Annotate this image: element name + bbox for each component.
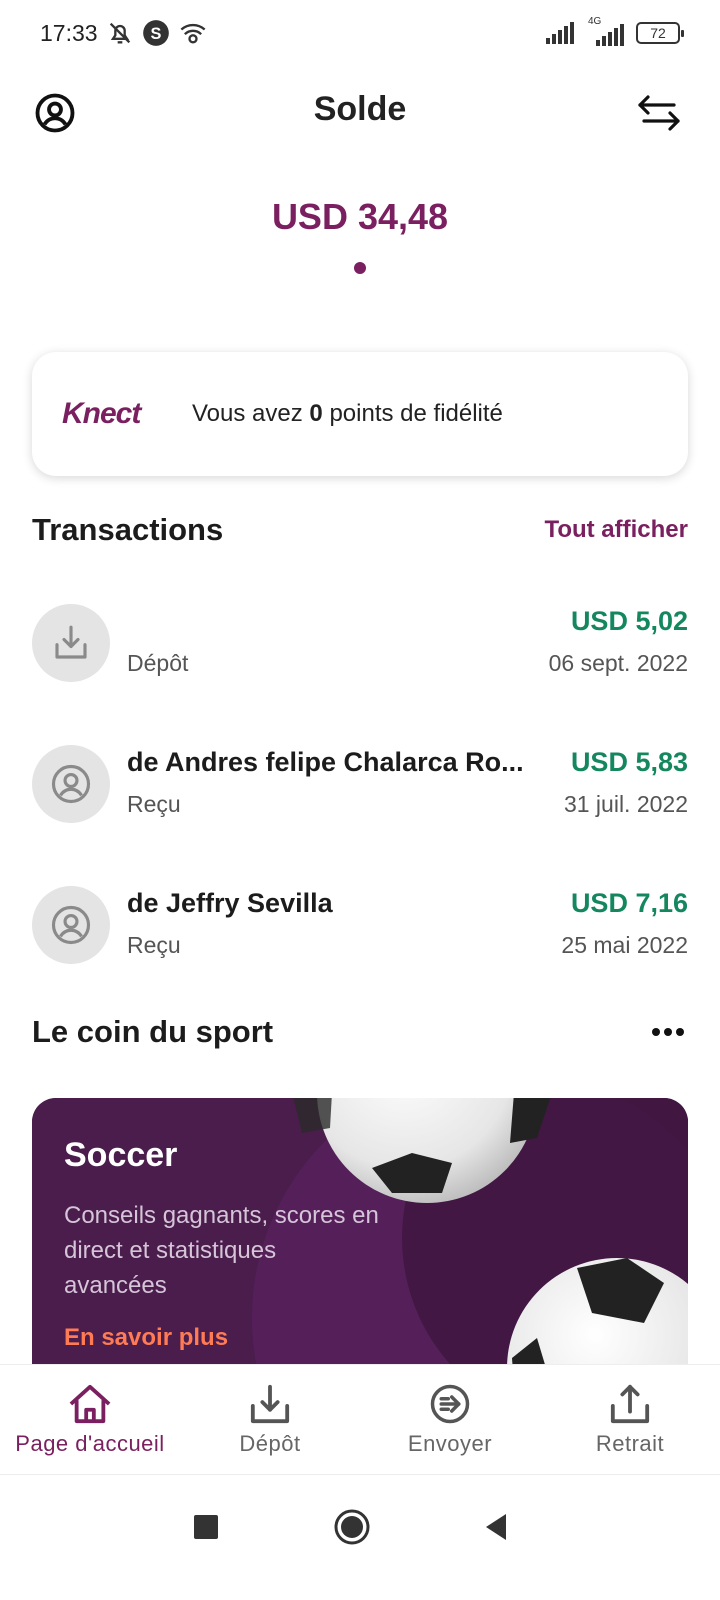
transaction-date: 06 sept. 2022 (548, 650, 688, 676)
transaction-row[interactable]: de Andres felipe Chalarca Ro... Reçu USD… (32, 745, 688, 825)
recent-apps-button[interactable] (186, 1507, 226, 1547)
bell-off-icon (109, 22, 131, 44)
transactions-title: Transactions (32, 512, 224, 547)
back-triangle-icon (486, 1514, 506, 1540)
transaction-amount: USD 5,02 (570, 606, 688, 636)
withdraw-icon (610, 1384, 650, 1424)
transaction-date: 31 juil. 2022 (563, 791, 688, 817)
transaction-amount: USD 7,16 (570, 888, 688, 918)
status-bar: 17:33 S 4G 72 (0, 0, 720, 70)
transaction-type: Dépôt (127, 650, 189, 676)
send-icon (430, 1384, 470, 1424)
sport-header: Le coin du sport (32, 1014, 688, 1050)
s-app-icon: S (143, 20, 169, 46)
soccer-card[interactable]: Soccer Conseils gagnants, scores en dire… (32, 1098, 688, 1388)
loyalty-card[interactable]: Knect Vous avez 0 points de fidélité (32, 352, 688, 476)
transaction-type: Reçu (127, 791, 181, 817)
more-options-icon[interactable] (648, 1025, 688, 1039)
transaction-type: Reçu (127, 932, 181, 958)
loyalty-text: Vous avez 0 points de fidélité (192, 400, 503, 428)
nav-home-label: Page d'accueil (15, 1431, 165, 1456)
signal-4g: 4G (586, 16, 626, 46)
transactions-header: Transactions Tout afficher (32, 512, 688, 548)
app-header: Solde (0, 72, 720, 152)
battery-level: 72 (650, 25, 666, 41)
signal-4g-icon (596, 24, 624, 46)
knect-logo: Knect (62, 397, 141, 430)
bottom-nav: Page d'accueil Dépôt Envoyer Retrait (0, 1364, 720, 1474)
transaction-name: de Jeffry Sevilla (127, 888, 333, 918)
status-time: 17:33 (40, 20, 98, 46)
loyalty-points: 0 (309, 400, 323, 427)
balance-amount: USD 34,48 (271, 196, 449, 237)
view-all-link[interactable]: Tout afficher (544, 516, 688, 544)
transaction-row[interactable]: Dépôt USD 5,02 06 sept. 2022 (32, 604, 688, 684)
transaction-avatar (32, 745, 110, 823)
transaction-date: 25 mai 2022 (561, 932, 688, 958)
nav-send[interactable]: Envoyer (360, 1365, 540, 1474)
deposit-icon (55, 625, 87, 659)
square-icon (194, 1515, 218, 1539)
transaction-name: de Andres felipe Chalarca Ro... (127, 747, 524, 777)
nav-home[interactable]: Page d'accueil (0, 1365, 180, 1474)
transaction-avatar (32, 886, 110, 964)
transaction-row[interactable]: de Jeffry Sevilla Reçu USD 7,16 25 mai 2… (32, 886, 688, 966)
sport-title: Le coin du sport (32, 1014, 274, 1049)
transaction-amount: USD 5,83 (570, 747, 688, 777)
nav-withdraw-label: Retrait (595, 1431, 665, 1456)
status-icons-left: S (106, 19, 208, 47)
home-icon (69, 1384, 111, 1424)
back-button[interactable] (476, 1507, 516, 1547)
deposit-icon (250, 1384, 290, 1424)
nav-send-label: Envoyer (407, 1431, 493, 1456)
loyalty-text-after: points de fidélité (322, 400, 503, 427)
switch-account-button[interactable] (634, 88, 684, 138)
circle-icon (334, 1509, 370, 1545)
nav-deposit[interactable]: Dépôt (180, 1365, 360, 1474)
home-system-button[interactable] (332, 1507, 372, 1547)
nav-withdraw[interactable]: Retrait (540, 1365, 720, 1474)
user-icon (51, 905, 91, 945)
loyalty-text-before: Vous avez (192, 400, 310, 427)
signal-icon (546, 22, 574, 44)
status-icons-right: 4G 72 (546, 16, 684, 46)
page-title: Solde (313, 90, 407, 128)
wifi-eye-icon (180, 23, 206, 44)
soccer-card-description: Conseils gagnants, scores en direct et s… (64, 1202, 379, 1299)
transaction-avatar (32, 604, 110, 682)
battery-indicator: 72 (636, 22, 684, 44)
svg-text:S: S (151, 25, 162, 43)
user-icon (51, 764, 91, 804)
system-navigation-bar (0, 1474, 720, 1600)
soccer-card-title: Soccer (64, 1136, 178, 1174)
learn-more-link[interactable]: En savoir plus (64, 1324, 228, 1352)
balance-page-indicator (354, 262, 366, 274)
nav-deposit-label: Dépôt (239, 1431, 301, 1456)
swap-arrows-icon (638, 95, 680, 131)
